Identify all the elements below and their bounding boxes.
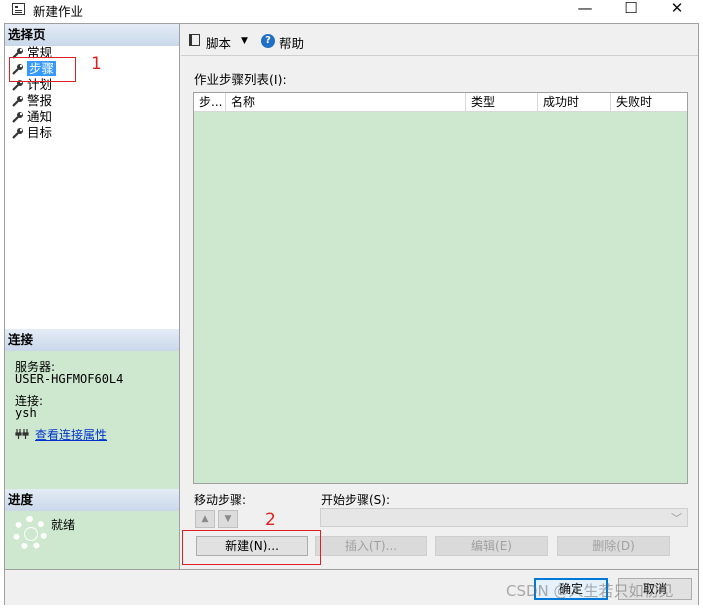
- window-app-icon: [12, 3, 25, 15]
- annotation-box-2: [182, 530, 321, 565]
- job-step-list-label: 作业步骤列表(I):: [194, 72, 287, 87]
- progress-status: 就绪: [51, 518, 76, 532]
- right-pane: 脚本 ▼ ? 帮助 作业步骤列表(I): 步... 名称 类型 成功时 失败时 …: [181, 24, 698, 569]
- minimize-button[interactable]: —: [562, 0, 608, 20]
- connection-value: ysh: [15, 406, 37, 420]
- nav-item-alerts[interactable]: 警报: [11, 93, 56, 109]
- wrench-icon: [12, 112, 23, 123]
- nav-item-label: 警报: [27, 93, 53, 108]
- script-dropdown-arrow-icon[interactable]: ▼: [241, 36, 248, 46]
- wrench-icon: [12, 128, 23, 139]
- view-connection-properties-link[interactable]: 查看连接属性: [35, 426, 107, 443]
- column-header-type[interactable]: 类型: [466, 93, 538, 112]
- script-button[interactable]: 脚本: [206, 33, 231, 52]
- grid-header: 步... 名称 类型 成功时 失败时: [194, 93, 687, 112]
- job-step-grid[interactable]: 步... 名称 类型 成功时 失败时: [193, 92, 688, 484]
- annotation-number-2: 2: [265, 510, 276, 530]
- start-step-label: 开始步骤(S):: [321, 493, 391, 507]
- progress-header: 进度: [5, 489, 179, 511]
- nav-item-targets[interactable]: 目标: [11, 125, 56, 141]
- close-button[interactable]: ✕: [654, 0, 700, 20]
- window-title: 新建作业: [33, 4, 84, 19]
- connection-panel: 服务器: USER-HGFMOF60L4 连接: ysh 查看连接属性: [5, 351, 179, 489]
- script-icon: [189, 34, 200, 46]
- move-down-button[interactable]: ▼: [218, 510, 238, 528]
- progress-panel: 就绪: [5, 511, 179, 569]
- move-up-button[interactable]: ▲: [195, 510, 215, 528]
- plug-icon: [15, 429, 29, 439]
- annotation-box-1: [9, 57, 76, 82]
- move-step-label: 移动步骤:: [194, 493, 247, 507]
- annotation-number-1: 1: [91, 54, 102, 74]
- start-step-select[interactable]: ﹀: [320, 508, 688, 527]
- maximize-button[interactable]: ☐: [608, 0, 654, 20]
- delete-step-button[interactable]: 删除(D): [557, 536, 670, 556]
- title-bar: 新建作业 — ☐ ✕: [0, 0, 703, 20]
- server-value: USER-HGFMOF60L4: [15, 372, 124, 386]
- help-button[interactable]: 帮助: [279, 33, 304, 52]
- wrench-icon: [12, 96, 23, 107]
- edit-step-button[interactable]: 编辑(E): [435, 536, 548, 556]
- column-header-on-success[interactable]: 成功时: [538, 93, 611, 112]
- progress-spinner-icon: [13, 516, 47, 550]
- left-pane: 选择页 常规 步骤 计划 警报 通知 目标 连接 服务器: USER-HGFMO…: [5, 24, 180, 569]
- toolbar: 脚本 ▼ ? 帮助: [181, 24, 698, 56]
- dialog-frame: 选择页 常规 步骤 计划 警报 通知 目标 连接 服务器: USER-HGFMO…: [4, 23, 699, 605]
- nav-item-label: 通知: [27, 109, 53, 124]
- nav-item-label: 目标: [27, 125, 53, 140]
- column-header-name[interactable]: 名称: [226, 93, 466, 112]
- nav-item-notifications[interactable]: 通知: [11, 109, 56, 125]
- chevron-down-icon: ﹀: [671, 512, 682, 525]
- watermark: CSDN @人生若只如初见: [506, 582, 674, 600]
- connection-header: 连接: [5, 329, 179, 351]
- column-header-step[interactable]: 步...: [194, 93, 226, 112]
- select-page-header: 选择页: [5, 24, 179, 46]
- column-header-on-failure[interactable]: 失败时: [611, 93, 687, 112]
- insert-step-button[interactable]: 插入(T)...: [315, 536, 427, 556]
- help-icon[interactable]: ?: [261, 34, 275, 48]
